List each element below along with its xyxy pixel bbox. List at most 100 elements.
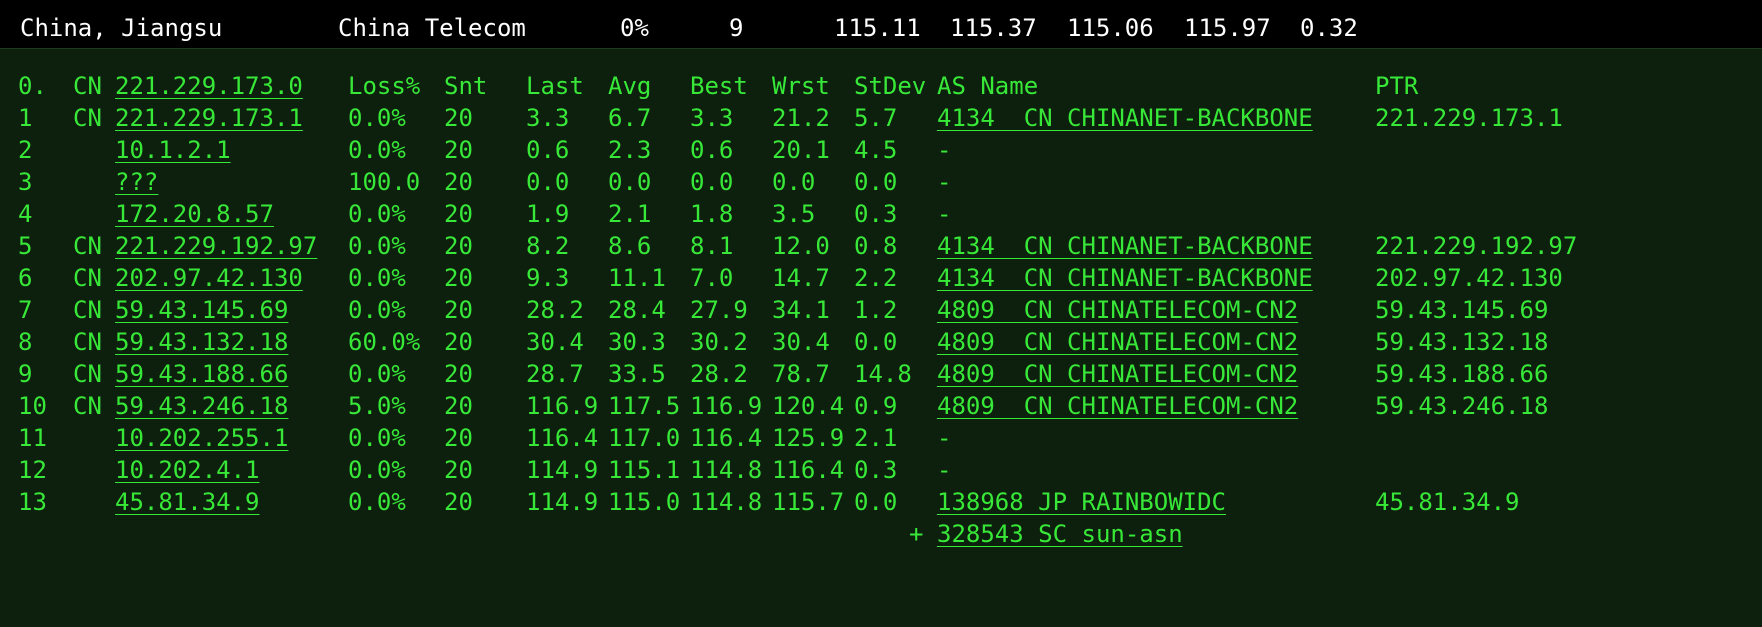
summary-stdev: 0.32 bbox=[1300, 14, 1358, 42]
last-latency: 1.9 bbox=[526, 200, 570, 228]
summary-avg: 115.37 bbox=[950, 14, 1037, 42]
as-name[interactable]: 4809 CN CHINATELECOM-CN2 bbox=[937, 292, 1298, 328]
best-latency: 3.3 bbox=[690, 104, 734, 132]
as-name: - bbox=[937, 424, 952, 452]
header-ptr-record: PTR bbox=[1375, 72, 1419, 100]
header-stdev-latency: StDev bbox=[854, 72, 927, 100]
worst-latency: 3.5 bbox=[772, 200, 816, 228]
loss-percent: 0.0% bbox=[348, 264, 406, 292]
stdev-latency: 0.0 bbox=[854, 328, 898, 356]
last-latency: 116.4 bbox=[526, 424, 599, 452]
ptr-record: 59.43.132.18 bbox=[1375, 328, 1549, 356]
header-host-address[interactable]: 221.229.173.0 bbox=[115, 68, 303, 104]
loss-percent: 100.0 bbox=[348, 168, 421, 196]
host-address[interactable]: 202.97.42.130 bbox=[115, 260, 303, 296]
worst-latency: 116.4 bbox=[772, 456, 845, 484]
stdev-latency: 2.1 bbox=[854, 424, 898, 452]
hop-number: 13 bbox=[18, 488, 47, 516]
summary-last: 115.11 bbox=[834, 14, 921, 42]
stdev-latency: 0.9 bbox=[854, 392, 898, 420]
host-address[interactable]: 45.81.34.9 bbox=[115, 484, 260, 520]
last-latency: 28.7 bbox=[526, 360, 584, 388]
avg-latency: 117.0 bbox=[608, 424, 681, 452]
traceroute-table: 0. CN 221.229.173.0 Loss% Snt Last Avg Best Wrst… bbox=[0, 0, 1762, 627]
worst-latency: 34.1 bbox=[772, 296, 830, 324]
hop-number: 1 bbox=[18, 104, 33, 132]
as-name[interactable]: 4134 CN CHINANET-BACKBONE bbox=[937, 100, 1313, 136]
host-address[interactable]: 10.202.4.1 bbox=[115, 452, 260, 488]
as-name[interactable]: 4809 CN CHINATELECOM-CN2 bbox=[937, 356, 1298, 392]
stdev-latency: 2.2 bbox=[854, 264, 898, 292]
last-latency: 3.3 bbox=[526, 104, 570, 132]
sent-count: 20 bbox=[444, 328, 473, 356]
avg-latency: 2.1 bbox=[608, 200, 652, 228]
sent-count: 20 bbox=[444, 360, 473, 388]
best-latency: 7.0 bbox=[690, 264, 734, 292]
host-address[interactable]: 172.20.8.57 bbox=[115, 196, 274, 232]
country-code: CN bbox=[73, 296, 102, 324]
as-name: - bbox=[937, 456, 952, 484]
country-code: CN bbox=[73, 360, 102, 388]
loss-percent: 0.0% bbox=[348, 232, 406, 260]
as-name[interactable]: 4809 CN CHINATELECOM-CN2 bbox=[937, 324, 1298, 360]
loss-percent: 0.0% bbox=[348, 456, 406, 484]
host-address[interactable]: 59.43.246.18 bbox=[115, 388, 288, 424]
hop-number: 12 bbox=[18, 456, 47, 484]
last-latency: 0.6 bbox=[526, 136, 570, 164]
sent-count: 20 bbox=[444, 104, 473, 132]
country-code: CN bbox=[73, 328, 102, 356]
country-code: CN bbox=[73, 264, 102, 292]
best-latency: 116.4 bbox=[690, 424, 763, 452]
worst-latency: 115.7 bbox=[772, 488, 845, 516]
avg-latency: 115.1 bbox=[608, 456, 681, 484]
stdev-latency: 0.0 bbox=[854, 488, 898, 516]
host-address[interactable]: ??? bbox=[115, 164, 158, 200]
avg-latency: 30.3 bbox=[608, 328, 666, 356]
summary-best: 115.06 bbox=[1067, 14, 1154, 42]
avg-latency: 11.1 bbox=[608, 264, 666, 292]
last-latency: 28.2 bbox=[526, 296, 584, 324]
avg-latency: 8.6 bbox=[608, 232, 652, 260]
host-address[interactable]: 59.43.145.69 bbox=[115, 292, 288, 328]
best-latency: 0.0 bbox=[690, 168, 734, 196]
ptr-record: 221.229.173.1 bbox=[1375, 104, 1563, 132]
host-address[interactable]: 59.43.188.66 bbox=[115, 356, 288, 392]
stdev-latency: 14.8 bbox=[854, 360, 912, 388]
header-worst-latency: Wrst bbox=[772, 72, 830, 100]
as-name[interactable]: 4134 CN CHINANET-BACKBONE bbox=[937, 260, 1313, 296]
loss-percent: 0.0% bbox=[348, 104, 406, 132]
best-latency: 28.2 bbox=[690, 360, 748, 388]
host-address[interactable]: 10.202.255.1 bbox=[115, 420, 288, 456]
stdev-latency: 1.2 bbox=[854, 296, 898, 324]
hop-number: 9 bbox=[18, 360, 33, 388]
sent-count: 20 bbox=[444, 424, 473, 452]
last-latency: 114.9 bbox=[526, 456, 599, 484]
as-name[interactable]: 138968 JP RAINBOWIDC bbox=[937, 484, 1226, 520]
loss-percent: 0.0% bbox=[348, 488, 406, 516]
extra-as-prefix: + bbox=[909, 520, 924, 548]
worst-latency: 12.0 bbox=[772, 232, 830, 260]
worst-latency: 0.0 bbox=[772, 168, 816, 196]
stdev-latency: 4.5 bbox=[854, 136, 898, 164]
avg-latency: 33.5 bbox=[608, 360, 666, 388]
sent-count: 20 bbox=[444, 200, 473, 228]
best-latency: 114.8 bbox=[690, 488, 763, 516]
summary-isp: China Telecom bbox=[338, 14, 526, 42]
avg-latency: 2.3 bbox=[608, 136, 652, 164]
as-name[interactable]: 4134 CN CHINANET-BACKBONE bbox=[937, 228, 1313, 264]
best-latency: 0.6 bbox=[690, 136, 734, 164]
host-address[interactable]: 221.229.173.1 bbox=[115, 100, 303, 136]
last-latency: 30.4 bbox=[526, 328, 584, 356]
extra-as-name[interactable]: 328543 SC sun-asn bbox=[937, 516, 1183, 552]
header-sent-count: Snt bbox=[444, 72, 488, 100]
worst-latency: 120.4 bbox=[772, 392, 845, 420]
host-address[interactable]: 10.1.2.1 bbox=[115, 132, 231, 168]
sent-count: 20 bbox=[444, 168, 473, 196]
worst-latency: 21.2 bbox=[772, 104, 830, 132]
as-name[interactable]: 4809 CN CHINATELECOM-CN2 bbox=[937, 388, 1298, 424]
stdev-latency: 5.7 bbox=[854, 104, 898, 132]
host-address[interactable]: 221.229.192.97 bbox=[115, 228, 317, 264]
hop-number: 8 bbox=[18, 328, 33, 356]
host-address[interactable]: 59.43.132.18 bbox=[115, 324, 288, 360]
hop-number: 5 bbox=[18, 232, 33, 260]
